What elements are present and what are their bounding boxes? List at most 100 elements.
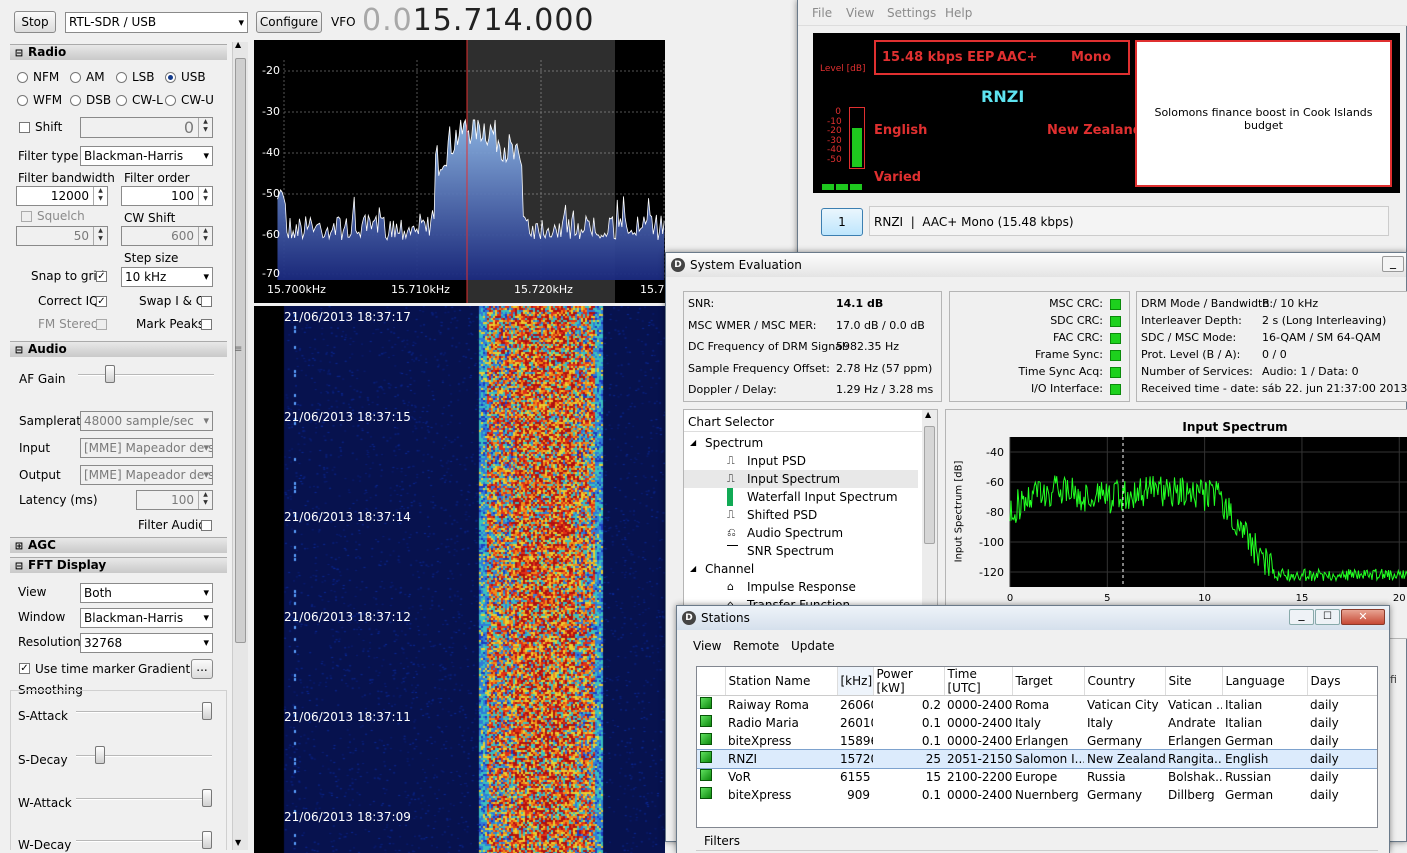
tree-item-shifted-psd[interactable]: ⎍ Shifted PSD bbox=[684, 506, 918, 524]
agc-section-header[interactable]: ⊞ AGC bbox=[10, 537, 227, 553]
station-row[interactable]: biteXpress158960.10000-2400ErlangenGerma… bbox=[697, 732, 1377, 750]
audio-section-header[interactable]: ⊟ Audio bbox=[10, 341, 227, 357]
swap-iq-checkbox[interactable] bbox=[201, 296, 212, 307]
filter-audio-checkbox[interactable] bbox=[201, 520, 212, 531]
waterfall-time-5: 21/06/2013 18:37:11 bbox=[284, 710, 411, 724]
tree-scrollbar[interactable]: ▲ bbox=[922, 410, 937, 638]
mode-lsb-radio[interactable] bbox=[116, 72, 127, 83]
s-decay-slider[interactable] bbox=[76, 746, 212, 764]
system-evaluation-titlebar[interactable]: D System Evaluation _ bbox=[666, 253, 1406, 277]
menu-settings[interactable]: Settings bbox=[887, 6, 936, 20]
w-attack-slider[interactable] bbox=[76, 789, 212, 807]
shift-input[interactable]: 0 ▲ ▼ bbox=[80, 117, 213, 138]
snap-to-grid-checkbox[interactable]: ✓ bbox=[96, 271, 107, 282]
spectrum-display[interactable]: -20 -30 -40 -50 -60 -70 15.700kHz 15.710… bbox=[254, 40, 665, 303]
station-cell: 0.1 bbox=[921, 715, 941, 730]
mode-am-radio[interactable] bbox=[70, 72, 81, 83]
minimize-icon[interactable]: _ bbox=[1382, 256, 1404, 272]
stop-button[interactable]: Stop bbox=[14, 11, 56, 33]
col-header-8[interactable]: Days bbox=[1307, 667, 1377, 696]
time-marker-checkbox[interactable]: ✓ bbox=[19, 663, 30, 674]
left-scrollbar[interactable]: ▲ ▼ bbox=[232, 40, 248, 850]
audio-output-select[interactable]: [MME] Mapeador de so bbox=[80, 465, 213, 485]
mark-peaks-checkbox[interactable] bbox=[201, 319, 212, 330]
station-row[interactable]: biteXpress 909 0.1 0000-2400 Nuernberg German… bbox=[697, 786, 1377, 804]
mode-nfm-label: NFM bbox=[33, 70, 60, 84]
filter-bandwidth-input[interactable]: 12000 ▲ ▼ bbox=[16, 186, 108, 206]
col-header-2[interactable]: Power [kW] bbox=[873, 667, 945, 696]
device-select[interactable]: RTL-SDR / USB bbox=[65, 12, 248, 33]
col-header-3[interactable]: Time [UTC] bbox=[944, 667, 1013, 696]
w-decay-slider[interactable] bbox=[76, 831, 212, 849]
mode-nfm-radio[interactable] bbox=[17, 72, 28, 83]
station-row[interactable]: VoR 6155 15 2100-2200 Europe Russia Bolshak...… bbox=[697, 768, 1377, 786]
correct-iq-checkbox[interactable]: ✓ bbox=[96, 296, 107, 307]
samplerate-select[interactable]: 48000 sample/sec bbox=[80, 411, 213, 431]
station-row[interactable]: Raiway Roma 26060 0.2 0000-2400Roma Vatican … bbox=[697, 696, 1377, 714]
freq-tick-3: 15.720kHz bbox=[514, 283, 573, 296]
tree-item-audio-spectrum[interactable]: ⎌ Audio Spectrum bbox=[684, 524, 918, 542]
tree-item-spectrum[interactable]: ◢ Spectrum bbox=[684, 434, 918, 452]
correct-iq-label: Correct IQ bbox=[38, 294, 99, 308]
minimize-icon[interactable]: _ bbox=[1289, 608, 1314, 625]
mode-dsb-radio[interactable] bbox=[70, 95, 81, 106]
vfo-display[interactable]: 0.015.714.000 bbox=[362, 3, 595, 38]
filter-type-select[interactable]: Blackman-Harris bbox=[80, 146, 213, 166]
filter-order-input[interactable]: 100 ▲ ▼ bbox=[121, 186, 213, 206]
mode-cwu-radio[interactable] bbox=[165, 95, 176, 106]
tree-item-snr-spectrum[interactable]: ⎺ SNR Spectrum bbox=[684, 542, 918, 560]
crc-status-indicator bbox=[1110, 316, 1121, 327]
service-1-button[interactable]: 1 bbox=[821, 208, 863, 236]
menu-help[interactable]: Help bbox=[945, 6, 972, 20]
maximize-icon[interactable]: ☐ bbox=[1315, 609, 1340, 625]
stations-menu-view[interactable]: View bbox=[693, 639, 721, 653]
step-size-select[interactable]: 10 kHz bbox=[121, 267, 213, 287]
view-select[interactable]: Both bbox=[80, 583, 213, 603]
col-header-0[interactable]: Station Name bbox=[725, 667, 838, 696]
shift-checkbox[interactable] bbox=[19, 122, 30, 133]
crc-label-1: SDC CRC: bbox=[1050, 314, 1103, 327]
latency-input[interactable]: 100 ▲ ▼ bbox=[136, 490, 213, 510]
window-select[interactable]: Blackman-Harris bbox=[80, 608, 213, 628]
col-header-5[interactable]: Country bbox=[1084, 667, 1166, 696]
col-header-1[interactable]: [kHz] bbox=[837, 667, 874, 696]
af-gain-slider[interactable] bbox=[78, 365, 214, 383]
gradient-button[interactable]: ... bbox=[191, 659, 213, 679]
col-header-4[interactable]: Target bbox=[1012, 667, 1085, 696]
station-cell: Germany bbox=[1087, 733, 1143, 748]
col-header-7[interactable]: Language bbox=[1222, 667, 1308, 696]
radio-section-header[interactable]: ⊟ Radio bbox=[10, 44, 227, 60]
tree-item-impulse-response[interactable]: ⌂ Impulse Response bbox=[684, 578, 918, 596]
menu-view[interactable]: View bbox=[846, 6, 874, 20]
mark-peaks-label: Mark Peaks bbox=[136, 317, 205, 331]
tree-item-waterfall-input-spectrum[interactable]: ▮ Waterfall Input Spectrum bbox=[684, 488, 918, 506]
mode-cwl-radio[interactable] bbox=[116, 95, 127, 106]
tree-item-input-spectrum[interactable]: ⎍ Input Spectrum bbox=[684, 470, 918, 488]
station-row[interactable]: RNZI 15720 25 2051-2150Salomon I...New Zeal… bbox=[697, 748, 1377, 769]
s-attack-slider[interactable] bbox=[76, 702, 212, 720]
stations-menu-update[interactable]: Update bbox=[791, 639, 834, 653]
waterfall-display[interactable]: 21/06/2013 18:37:17 21/06/2013 18:37:15 … bbox=[254, 306, 665, 853]
cw-shift-input[interactable]: 600 ▲ ▼ bbox=[121, 226, 213, 246]
mode-usb-radio[interactable] bbox=[165, 72, 176, 83]
audio-input-select[interactable]: [MME] Mapeador de so bbox=[80, 438, 213, 458]
resolution-select[interactable]: 32768 bbox=[80, 633, 213, 653]
tree-item-channel[interactable]: ◢ Channel bbox=[684, 560, 918, 578]
col-header-6[interactable]: Site bbox=[1165, 667, 1223, 696]
stat-label-1: MSC WMER / MSC MER: bbox=[688, 318, 817, 332]
stations-menu-remote[interactable]: Remote bbox=[733, 639, 779, 653]
station-row[interactable]: Radio Maria260100.10000-2400ItalyItalyAn… bbox=[697, 714, 1377, 732]
stations-titlebar[interactable]: D Stations _ ☐ ✕ bbox=[677, 606, 1389, 630]
menu-file[interactable]: File bbox=[812, 6, 832, 20]
param-value-2: 16-QAM / SM 64-QAM bbox=[1262, 331, 1381, 344]
configure-button[interactable]: Configure bbox=[256, 11, 322, 33]
mode-wfm-radio[interactable] bbox=[17, 95, 28, 106]
splitter-grip[interactable]: ≡ bbox=[234, 344, 242, 355]
tree-item-input-psd[interactable]: ⎍ Input PSD bbox=[684, 452, 918, 470]
vfo-label: VFO bbox=[331, 15, 356, 29]
fft-section-header[interactable]: ⊟ FFT Display bbox=[10, 557, 227, 573]
squelch-input[interactable]: 50 ▲ ▼ bbox=[16, 226, 108, 246]
fm-stereo-checkbox[interactable] bbox=[96, 319, 107, 330]
close-icon[interactable]: ✕ bbox=[1341, 609, 1385, 625]
squelch-checkbox[interactable] bbox=[21, 211, 32, 222]
